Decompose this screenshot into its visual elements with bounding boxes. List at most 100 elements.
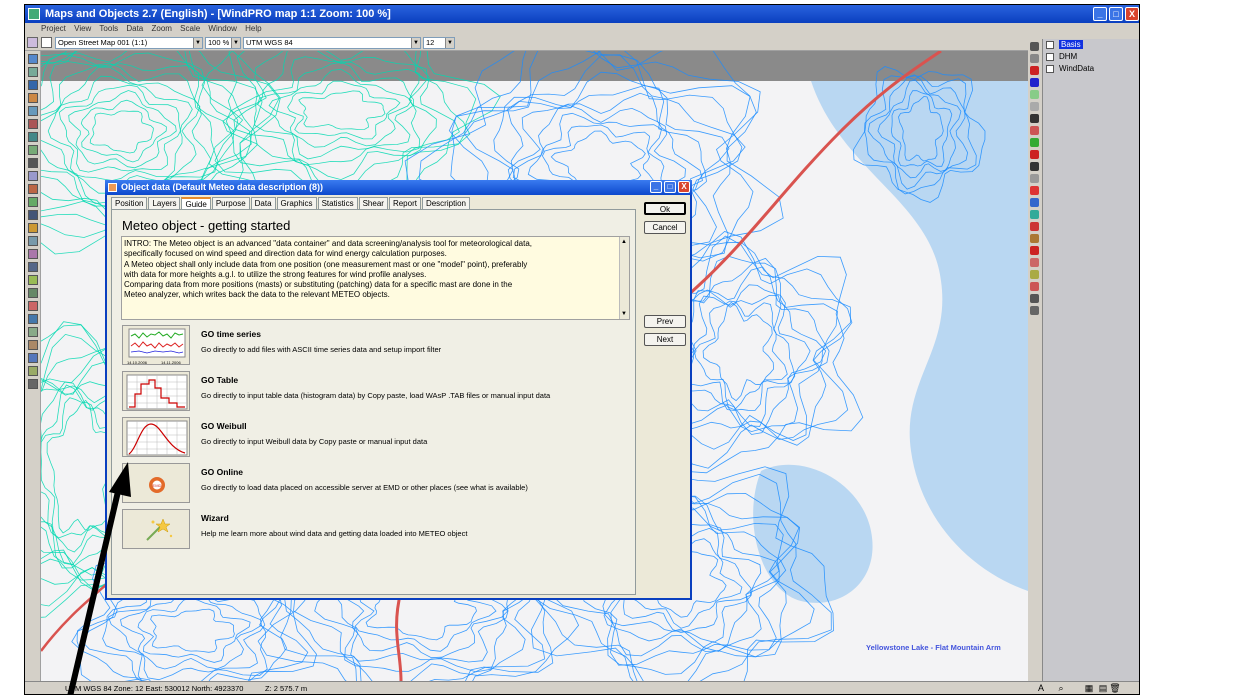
object-tool-icon[interactable] (28, 184, 38, 194)
drawing-tool-icon[interactable] (1030, 246, 1039, 255)
object-tool-icon[interactable] (28, 197, 38, 207)
dialog-titlebar[interactable]: Object data (Default Meteo data descript… (105, 180, 692, 195)
drawing-tool-icon[interactable] (1030, 294, 1039, 303)
chevron-down-icon[interactable]: ▼ (231, 38, 240, 48)
menu-view[interactable]: View (74, 24, 91, 33)
tab-shear[interactable]: Shear (358, 197, 388, 209)
tab-report[interactable]: Report (388, 197, 421, 209)
layer-checkbox[interactable] (1046, 53, 1054, 61)
object-tool-icon[interactable] (28, 67, 38, 77)
object-tool-icon[interactable] (28, 145, 38, 155)
grid-icon[interactable]: ▦ (1083, 683, 1095, 694)
object-tool-icon[interactable] (28, 80, 38, 90)
tab-data[interactable]: Data (250, 197, 276, 209)
window-titlebar[interactable]: Maps and Objects 2.7 (English) - [WindPR… (25, 5, 1139, 23)
coordinate-system-select[interactable]: UTM WGS 84 ▼ (243, 37, 421, 49)
drawing-tool-icon[interactable] (1030, 138, 1039, 147)
object-tool-icon[interactable] (28, 158, 38, 168)
menu-window[interactable]: Window (208, 24, 236, 33)
next-button[interactable]: Next (644, 333, 686, 346)
tab-statistics[interactable]: Statistics (317, 197, 358, 209)
drawing-tool-icon[interactable] (1030, 102, 1039, 111)
menu-data[interactable]: Data (126, 24, 143, 33)
wizard-button[interactable] (122, 509, 190, 549)
map-icon[interactable] (41, 37, 52, 48)
object-tool-icon[interactable] (28, 223, 38, 233)
drawing-tool-icon[interactable] (1030, 282, 1039, 291)
go-online-button[interactable]: EMD (122, 463, 190, 503)
drawing-tool-icon[interactable] (1030, 54, 1039, 63)
zoom-select[interactable]: 100 % ▼ (205, 37, 241, 49)
tab-purpose[interactable]: Purpose (211, 197, 250, 209)
dialog-maximize-button[interactable]: □ (664, 181, 676, 193)
object-tool-icon[interactable] (28, 340, 38, 350)
object-tool-icon[interactable] (28, 132, 38, 142)
tab-position[interactable]: Position (111, 197, 148, 209)
dialog-minimize-button[interactable]: _ (650, 181, 662, 193)
drawing-tool-icon[interactable] (1030, 174, 1039, 183)
drawing-tool-icon[interactable] (1030, 222, 1039, 231)
drawing-tool-icon[interactable] (1030, 78, 1039, 87)
prev-button[interactable]: Prev (644, 315, 686, 328)
go-weibull-button[interactable] (122, 417, 190, 457)
close-button[interactable]: X (1125, 7, 1139, 21)
drawing-tool-icon[interactable] (1030, 162, 1039, 171)
object-tool-icon[interactable] (28, 314, 38, 324)
object-tool-icon[interactable] (28, 301, 38, 311)
object-tool-icon[interactable] (28, 54, 38, 64)
intro-scrollbar[interactable] (619, 237, 629, 319)
object-tool-icon[interactable] (28, 119, 38, 129)
cancel-button[interactable]: Cancel (644, 221, 686, 234)
drawing-tool-icon[interactable] (1030, 114, 1039, 123)
drawing-tool-icon[interactable] (1030, 90, 1039, 99)
drawing-tool-icon[interactable] (1030, 306, 1039, 315)
menu-help[interactable]: Help (245, 24, 261, 33)
object-tool-icon[interactable] (28, 236, 38, 246)
dialog-close-button[interactable]: X (678, 181, 690, 193)
object-tool-icon[interactable] (28, 93, 38, 103)
layer-winddata[interactable]: WindData (1043, 63, 1139, 75)
ok-button[interactable]: Ok (644, 202, 686, 215)
minimize-button[interactable]: _ (1093, 7, 1107, 21)
object-tool-icon[interactable] (28, 379, 38, 389)
trash-icon[interactable]: 🗑 (1109, 683, 1121, 694)
drawing-tool-icon[interactable] (1030, 66, 1039, 75)
object-tool-icon[interactable] (28, 327, 38, 337)
menu-scale[interactable]: Scale (180, 24, 200, 33)
object-tool-icon[interactable] (28, 171, 38, 181)
object-tool-icon[interactable] (28, 262, 38, 272)
tab-graphics[interactable]: Graphics (276, 197, 317, 209)
layer-checkbox[interactable] (1046, 65, 1054, 73)
object-tool-icon[interactable] (28, 366, 38, 376)
drawing-tool-icon[interactable] (1030, 186, 1039, 195)
object-tool-icon[interactable] (28, 353, 38, 363)
object-tool-icon[interactable] (28, 288, 38, 298)
object-tool-icon[interactable] (28, 275, 38, 285)
layer-checkbox[interactable] (1046, 41, 1054, 49)
chevron-down-icon[interactable]: ▼ (445, 38, 454, 48)
tab-layers[interactable]: Layers (148, 197, 181, 209)
zone-select[interactable]: 12 ▼ (423, 37, 455, 49)
tab-description[interactable]: Description (421, 197, 470, 209)
chevron-down-icon[interactable]: ▼ (411, 38, 420, 48)
drawing-tool-icon[interactable] (1030, 126, 1039, 135)
layer-basis[interactable]: Basis (1043, 39, 1139, 51)
map-select[interactable]: Open Street Map 001 (1:1) ▼ (55, 37, 203, 49)
menu-zoom[interactable]: Zoom (151, 24, 171, 33)
menu-tools[interactable]: Tools (99, 24, 118, 33)
drawing-tool-icon[interactable] (1030, 210, 1039, 219)
restore-button[interactable]: □ (1109, 7, 1123, 21)
go-table-button[interactable] (122, 371, 190, 411)
drawing-tool-icon[interactable] (1030, 42, 1039, 51)
go-time-series-button[interactable]: 14.10.2006 14.11.2006 (122, 325, 190, 365)
drawing-tool-icon[interactable] (1030, 234, 1039, 243)
chevron-down-icon[interactable]: ▼ (193, 38, 202, 48)
drawing-tool-icon[interactable] (1030, 198, 1039, 207)
object-tool-icon[interactable] (28, 210, 38, 220)
object-tool-icon[interactable] (28, 249, 38, 259)
print-icon[interactable]: ▤ (1097, 683, 1109, 694)
text-tool-icon[interactable]: A (1035, 683, 1047, 694)
object-tool-icon[interactable] (28, 106, 38, 116)
magnifier-icon[interactable]: ⌕ (1055, 683, 1067, 694)
drawing-tool-icon[interactable] (1030, 150, 1039, 159)
